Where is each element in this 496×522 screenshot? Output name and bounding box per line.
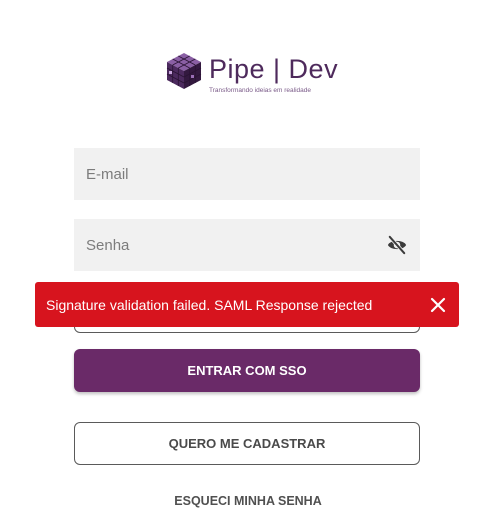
brand-title: Pipe | Dev (209, 54, 339, 84)
email-field[interactable] (74, 148, 420, 200)
brand-logo: Pipe | Dev Transformando ideias em reali… (164, 51, 344, 101)
close-icon[interactable] (429, 296, 447, 314)
sso-login-button[interactable]: ENTRAR COM SSO (74, 349, 420, 392)
brand-tagline: Transformando ideias em realidade (209, 87, 312, 94)
register-button[interactable]: QUERO ME CADASTRAR (74, 422, 420, 465)
forgot-password-link[interactable]: ESQUECI MINHA SENHA (0, 494, 496, 508)
eye-slash-icon[interactable] (386, 235, 408, 255)
password-field-wrapper (74, 219, 420, 271)
error-toast: Signature validation failed. SAML Respon… (35, 282, 459, 327)
toast-message: Signature validation failed. SAML Respon… (46, 296, 373, 313)
cube-logo-icon (166, 53, 202, 89)
password-field[interactable] (74, 219, 420, 271)
login-page: Pipe | Dev Transformando ideias em reali… (0, 0, 496, 522)
